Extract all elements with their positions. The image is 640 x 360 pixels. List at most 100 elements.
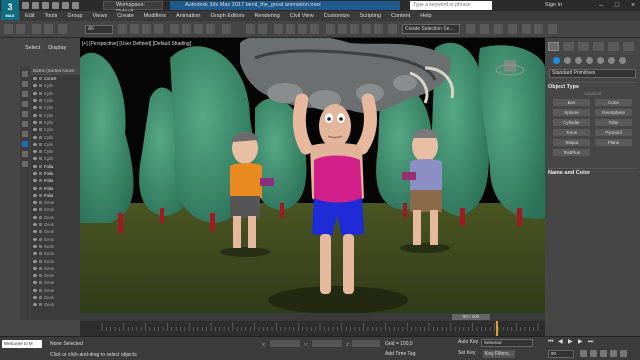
visibility-eye-icon[interactable] [33, 208, 37, 212]
freeze-icon[interactable] [39, 113, 42, 117]
list-item[interactable]: Geos [31, 257, 80, 264]
freeze-icon[interactable] [39, 303, 42, 307]
rendered-frame-icon[interactable] [508, 24, 517, 34]
visibility-eye-icon[interactable] [33, 164, 37, 168]
maxscript-listener[interactable]: Welcome to M [2, 340, 42, 348]
edit-named-selection-icon[interactable] [326, 24, 335, 34]
list-item[interactable]: Geos [31, 294, 80, 301]
visibility-eye-icon[interactable] [33, 281, 37, 285]
freeze-icon[interactable] [39, 157, 42, 161]
visibility-eye-icon[interactable] [33, 113, 37, 117]
list-item[interactable]: Cylin [31, 104, 80, 111]
create-pyramid-button[interactable]: Pyramid [595, 129, 632, 136]
track-bar[interactable] [80, 321, 545, 336]
list-item[interactable]: Cylin [31, 82, 80, 89]
tab-display[interactable]: Display [48, 38, 66, 58]
freeze-icon[interactable] [39, 266, 42, 270]
freeze-icon[interactable] [39, 172, 42, 175]
percent-snap-icon[interactable] [298, 24, 307, 34]
visibility-eye-icon[interactable] [33, 193, 37, 197]
list-item[interactable]: Folia [31, 163, 80, 170]
list-item[interactable]: Folia [31, 184, 80, 191]
create-tube-button[interactable]: Tube [595, 119, 632, 126]
list-item[interactable]: Geos [31, 279, 80, 286]
freeze-icon[interactable] [39, 244, 42, 248]
zoom-icon[interactable] [580, 350, 587, 357]
angle-snap-icon[interactable] [286, 24, 295, 34]
visibility-eye-icon[interactable] [33, 296, 37, 300]
spinner-snap-icon[interactable] [310, 24, 319, 34]
close-icon[interactable]: × [628, 1, 638, 10]
rotate-icon[interactable] [182, 24, 191, 34]
visibility-eye-icon[interactable] [33, 230, 37, 234]
list-item[interactable]: Cylin [31, 133, 80, 140]
list-item[interactable]: Geos [31, 243, 80, 250]
go-to-end-icon[interactable]: ⏭ [588, 339, 594, 346]
list-item[interactable]: Geos [31, 221, 80, 228]
go-to-start-icon[interactable]: ⏮ [548, 339, 554, 346]
redo-icon[interactable] [16, 24, 25, 34]
visibility-eye-icon[interactable] [33, 142, 37, 146]
filter-xrefs-icon[interactable] [22, 151, 28, 157]
visibility-eye-icon[interactable] [33, 120, 37, 124]
orbit-icon[interactable] [600, 350, 607, 357]
pan-icon[interactable] [610, 350, 617, 357]
menu-graph-editors[interactable]: Graph Editors [206, 11, 250, 21]
list-item[interactable]: Cylin [31, 148, 80, 155]
rectangular-selection-icon[interactable] [142, 24, 151, 34]
visibility-eye-icon[interactable] [33, 172, 37, 175]
visibility-eye-icon[interactable] [33, 186, 37, 190]
auto-key-button[interactable]: Auto Key [458, 339, 478, 345]
scale-icon[interactable] [194, 24, 203, 34]
app-logo[interactable]: 3 MAX [1, 0, 19, 20]
time-slider-handle[interactable]: 90 / 100 [452, 314, 490, 320]
create-cone-button[interactable]: Cone [595, 99, 632, 106]
list-item[interactable]: Cylin [31, 141, 80, 148]
reference-coordinate-icon[interactable] [222, 24, 231, 34]
freeze-icon[interactable] [39, 274, 42, 278]
zoom-all-icon[interactable] [590, 350, 597, 357]
list-item[interactable]: Cone0 [31, 75, 80, 82]
freeze-icon[interactable] [39, 128, 42, 132]
sign-in-link[interactable]: Sign In [545, 1, 562, 10]
filter-geometry-icon[interactable] [22, 71, 28, 77]
freeze-icon[interactable] [39, 186, 42, 190]
freeze-icon[interactable] [39, 164, 42, 168]
freeze-icon[interactable] [39, 237, 42, 241]
visibility-eye-icon[interactable] [33, 150, 37, 154]
freeze-icon[interactable] [39, 106, 42, 110]
freeze-icon[interactable] [39, 142, 42, 146]
cameras-icon[interactable] [586, 57, 593, 64]
visibility-eye-icon[interactable] [33, 266, 37, 270]
maximize-icon[interactable]: □ [612, 1, 622, 10]
tab-create[interactable] [548, 42, 559, 51]
visibility-eye-icon[interactable] [33, 274, 37, 278]
current-frame-field[interactable]: 90 [548, 350, 574, 358]
maximize-viewport-icon[interactable] [620, 350, 627, 357]
create-torus-button[interactable]: Torus [553, 129, 590, 136]
helpers-icon[interactable] [597, 57, 604, 64]
layer-explorer-icon[interactable] [362, 24, 371, 34]
freeze-icon[interactable] [39, 120, 42, 124]
snaps-toggle-icon[interactable] [274, 24, 283, 34]
redo-icon[interactable] [32, 2, 39, 9]
menu-civil-view[interactable]: Civil View [285, 11, 319, 21]
workspace-selector[interactable]: Workspace: Default [103, 1, 163, 15]
name-and-color-rollout[interactable]: Name and Color [548, 168, 637, 177]
time-slider[interactable]: 90 / 100 [80, 313, 545, 321]
list-item[interactable]: Geos [31, 214, 80, 221]
x-coordinate-field[interactable] [270, 340, 300, 347]
create-teapot-button[interactable]: Teapot [553, 139, 590, 146]
tab-display[interactable] [608, 42, 619, 51]
menu-animation[interactable]: Animation [171, 11, 205, 21]
list-item[interactable]: Geos [31, 228, 80, 235]
menu-content[interactable]: Content [386, 11, 415, 21]
material-editor-icon[interactable] [466, 24, 475, 34]
visibility-eye-icon[interactable] [33, 99, 37, 103]
select-manipulate-icon[interactable] [258, 24, 267, 34]
open-file-icon[interactable] [52, 2, 59, 9]
menu-scripting[interactable]: Scripting [355, 11, 386, 21]
render-setup-icon[interactable] [494, 24, 503, 34]
key-selection-dropdown[interactable]: Selected [481, 339, 533, 347]
render-production-icon[interactable] [522, 24, 531, 34]
